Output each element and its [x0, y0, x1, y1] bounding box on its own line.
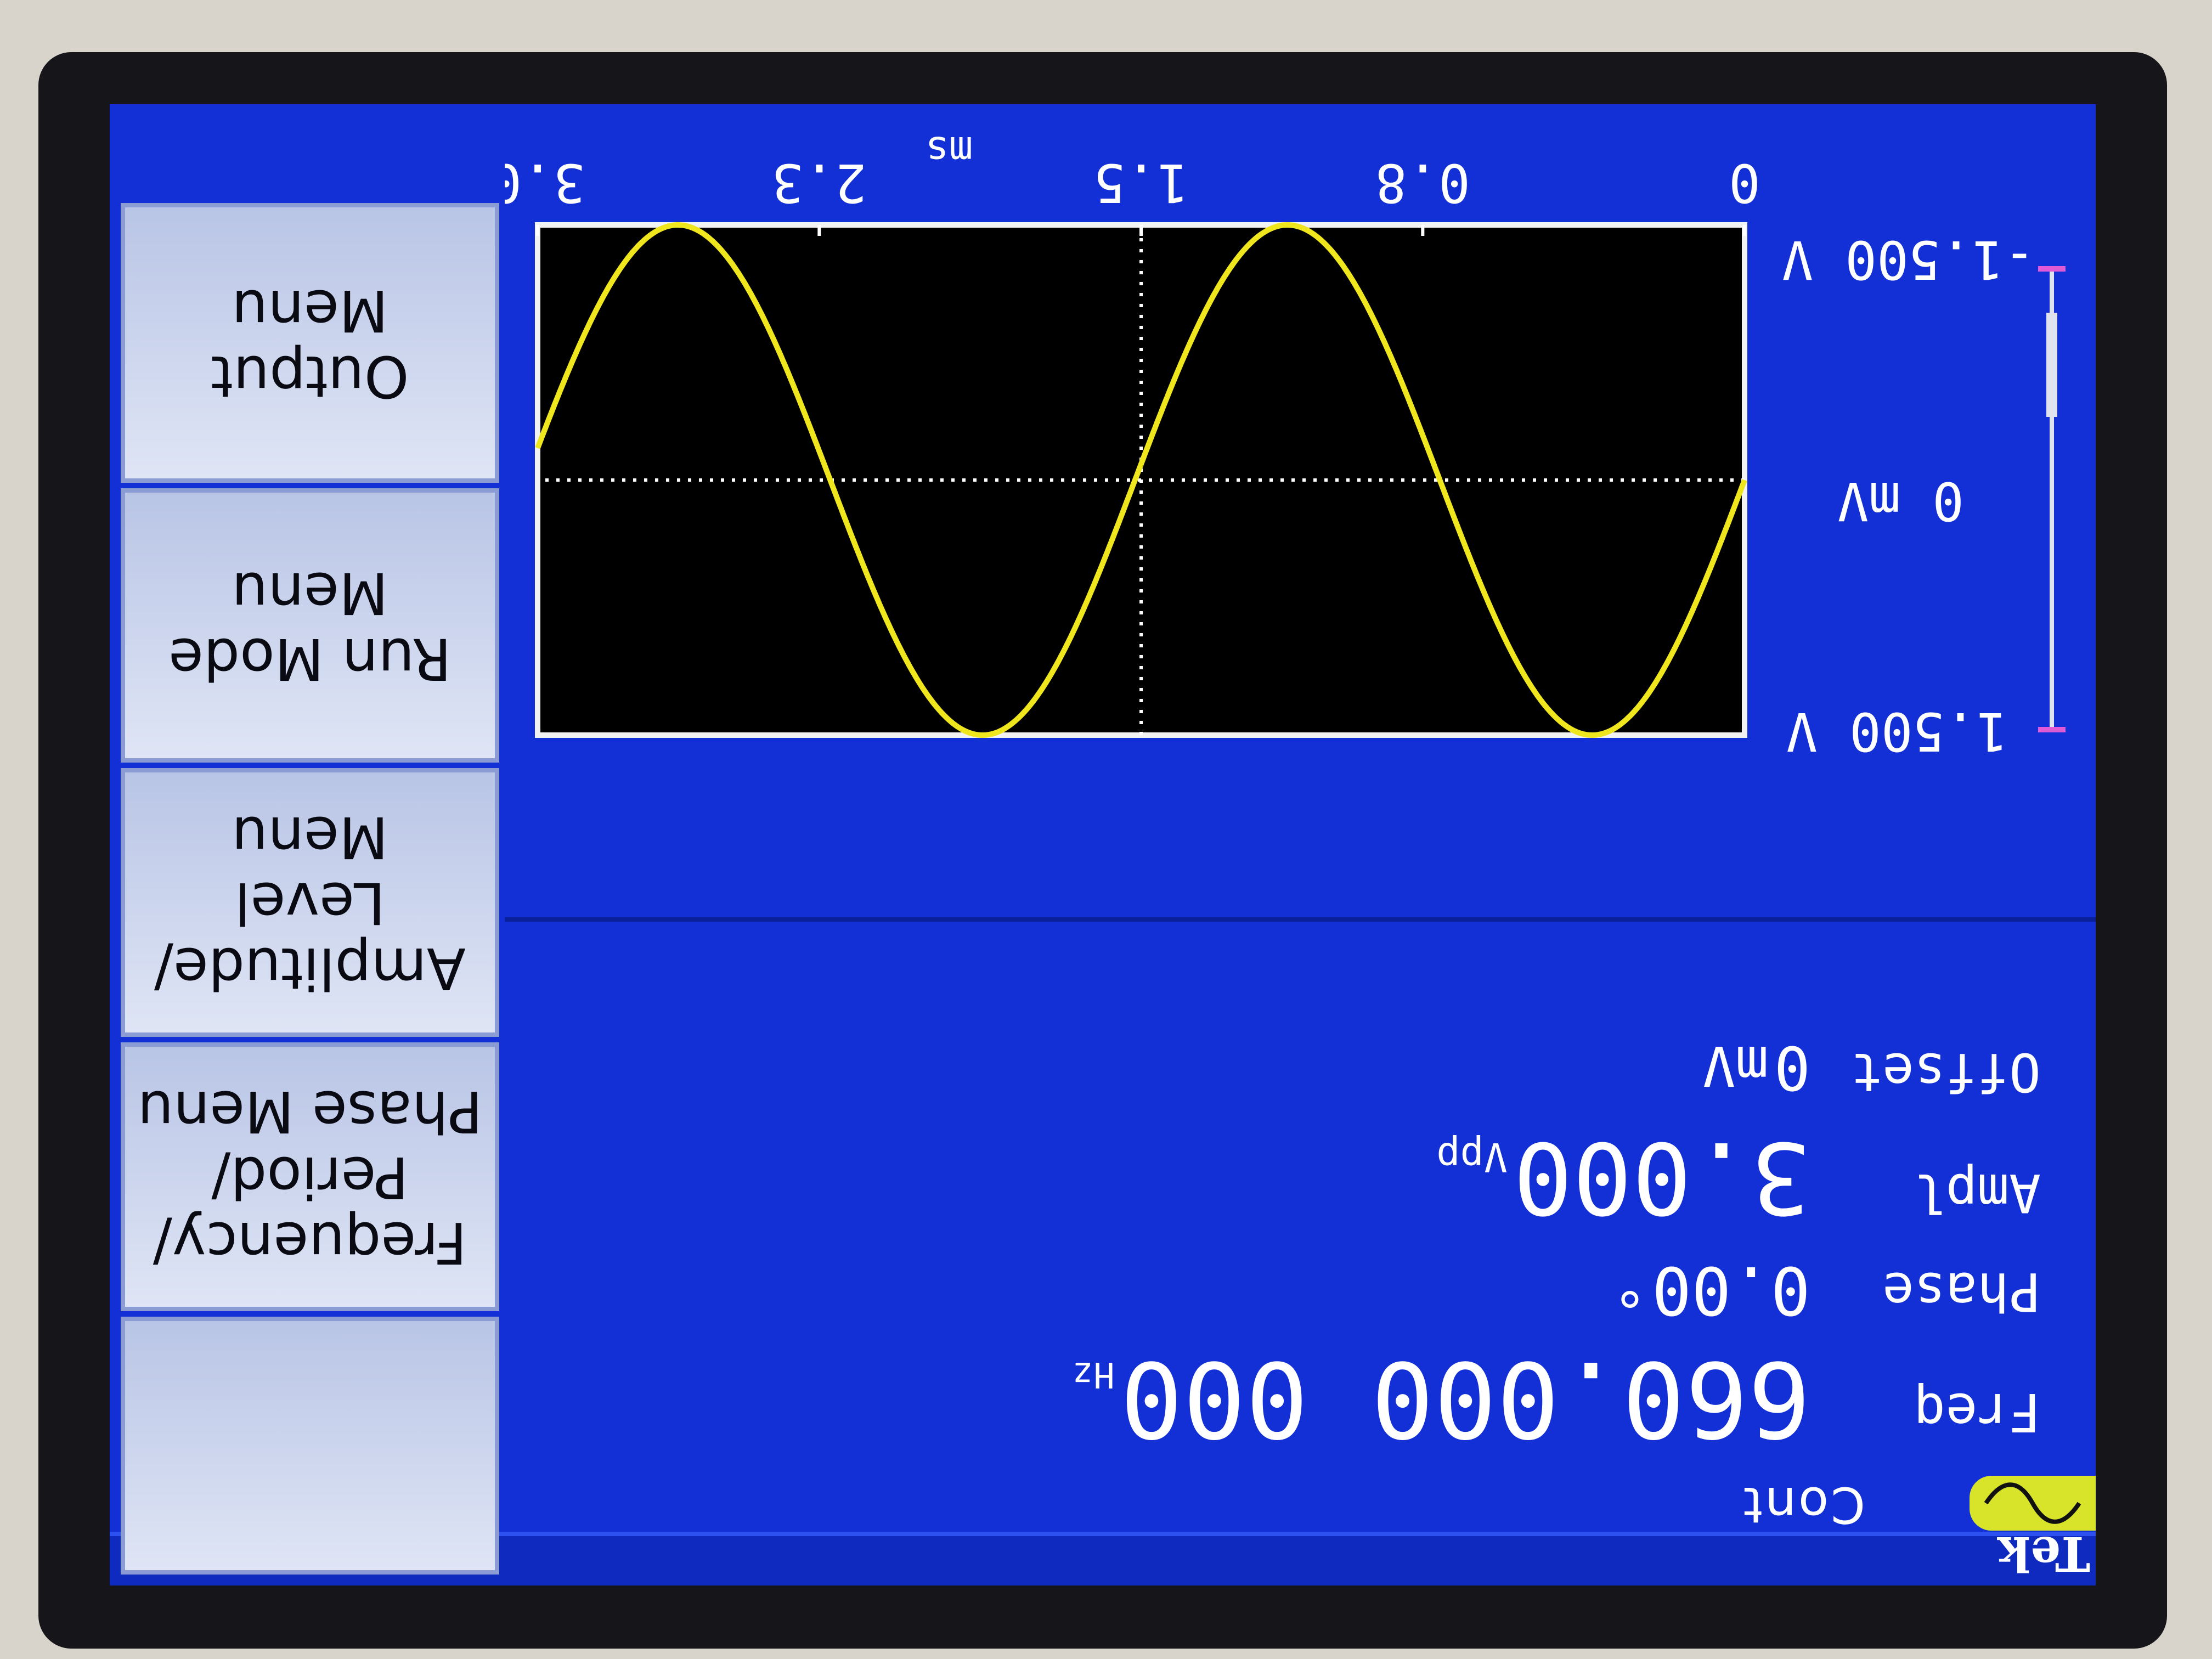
output-menu-button[interactable]: Output Menu [121, 203, 499, 483]
output-menu-label: Output Menu [211, 277, 409, 410]
frequency-period-phase-menu-button[interactable]: Frequency/ Period/ Phase Menu [121, 1042, 499, 1311]
phase-value: 0.00 [1652, 1251, 1810, 1328]
frequency-unit: Hz [1072, 1354, 1115, 1395]
frequency-label: Freq [1914, 1381, 2041, 1443]
x-axis-labels: 0 0.8 1.5 2.3 3.0 [505, 152, 1760, 213]
frequency-period-phase-menu-label: Frequency/ Period/ Phase Menu [137, 1078, 483, 1277]
x-axis-unit: ms [926, 128, 973, 174]
waveform-plot: 1.500 V 0 mV -1.500 V 0 0.8 1.5 2.3 3.0 ms [505, 128, 2066, 762]
offset-label: Offset [1850, 1041, 2041, 1103]
run-mode-menu-label: Run Mode Menu [168, 560, 452, 692]
amplitude-label: Ampl [1914, 1162, 2041, 1223]
scale-bar-marker [2046, 313, 2057, 417]
brand-logo: Tek [1997, 1526, 2090, 1581]
y-label-top: 1.500 V [1786, 701, 2008, 762]
panel-divider [505, 917, 2096, 922]
amplitude-level-menu-label: Amplitude/ Level Menu [154, 804, 466, 1002]
y-label-bottom: -1.500 V [1782, 229, 2035, 290]
offset-value: 0 [1774, 1032, 1810, 1103]
sine-wave-icon [1970, 1476, 2096, 1531]
x-tick-label: 3.0 [505, 152, 585, 213]
run-mode-indicator: Cont [1741, 1476, 1865, 1533]
x-tick-label: 2.3 [772, 152, 867, 213]
frequency-value: 660.000 000 [1120, 1338, 1810, 1459]
amplitude-unit: Vpp [1436, 1134, 1508, 1180]
phase-label: Phase [1882, 1261, 2041, 1322]
y-label-mid: 0 mV [1837, 470, 1964, 532]
offset-unit: mV [1702, 1034, 1769, 1098]
x-tick-label: 1.5 [1093, 152, 1188, 213]
run-mode-menu-button[interactable]: Run Mode Menu [121, 488, 499, 763]
display-screen: Tek Cont Freq 660.000 000Hz Phase 0.00° … [110, 104, 2096, 1585]
amplitude-value: 3.000 [1513, 1120, 1810, 1234]
softkey-column: Frequency/ Period/ Phase Menu Amplitude/… [110, 104, 516, 1585]
phase-unit: ° [1613, 1254, 1647, 1318]
softkey-blank[interactable] [121, 1317, 499, 1575]
amplitude-level-menu-button[interactable]: Amplitude/ Level Menu [121, 768, 499, 1037]
waveform-display: 1.500 V 0 mV -1.500 V 0 0.8 1.5 2.3 3.0 ms [505, 104, 2096, 911]
x-tick-label: 0 [1729, 152, 1760, 213]
x-tick-label: 0.8 [1375, 152, 1470, 213]
